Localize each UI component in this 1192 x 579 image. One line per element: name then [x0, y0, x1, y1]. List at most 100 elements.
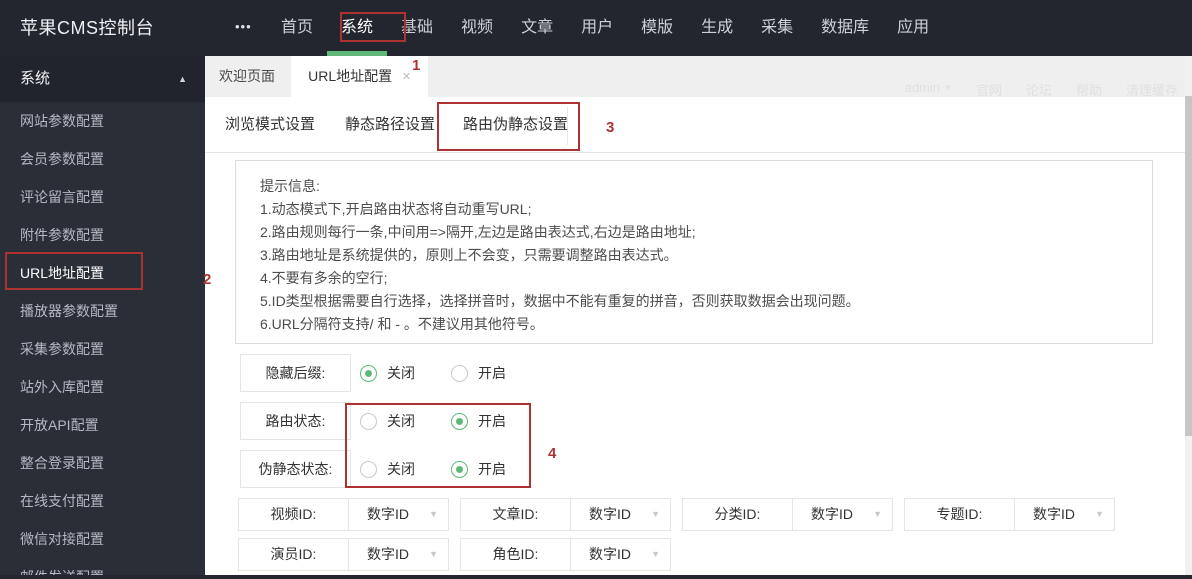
radio-label: 关闭 — [387, 365, 415, 381]
form-row: 伪静态状态: 关闭 开启 — [205, 450, 985, 488]
form-row: 隐藏后缀: 关闭 开启 — [205, 354, 985, 392]
radio-icon — [360, 364, 377, 382]
sidebar-item[interactable]: 开放API配置 — [0, 406, 205, 444]
id-type-select[interactable]: 数字ID ▼ — [793, 498, 893, 531]
tab-welcome[interactable]: 欢迎页面 — [205, 56, 289, 97]
subnav-tab[interactable]: 浏览模式设置 — [225, 97, 315, 152]
id-field-group: 视频ID: 数字ID ▼ — [238, 498, 449, 531]
id-field-label: 角色ID: — [460, 538, 571, 571]
id-field-group: 专题ID: 数字ID ▼ — [904, 498, 1115, 531]
sidebar-item[interactable]: 会员参数配置 — [0, 140, 205, 178]
id-field-label: 专题ID: — [904, 498, 1015, 531]
app-title: 苹果CMS控制台 — [20, 18, 154, 38]
topbar-nav-item[interactable]: 系统 — [327, 0, 388, 56]
close-icon[interactable]: × — [402, 68, 411, 85]
topbar-nav-item[interactable]: 首页 — [267, 0, 327, 56]
form-label: 隐藏后缀: — [240, 354, 351, 392]
id-type-select[interactable]: 数字ID ▼ — [349, 538, 449, 571]
topbar-nav: 首页 系统 基础 视频 文章 用户 模版 生成 采集 数据库 应用 — [267, 0, 943, 56]
id-field-label: 分类ID: — [682, 498, 793, 531]
chevron-down-icon: ▼ — [944, 83, 952, 92]
radio-option[interactable]: 开启 — [451, 402, 506, 440]
info-box-title: 提示信息: — [260, 178, 320, 194]
id-field-label: 文章ID: — [460, 498, 571, 531]
id-field-group: 演员ID: 数字ID ▼ — [238, 538, 449, 571]
radio-label: 开启 — [478, 461, 506, 477]
id-field-label: 演员ID: — [238, 538, 349, 571]
sidebar-item[interactable]: 整合登录配置 — [0, 444, 205, 482]
chevron-down-icon: ▼ — [429, 549, 438, 559]
id-type-select[interactable]: 数字ID ▼ — [1015, 498, 1115, 531]
bottom-strip — [0, 575, 1192, 579]
more-menu-icon[interactable]: ••• — [235, 0, 252, 54]
radio-label: 开启 — [478, 413, 506, 429]
sidebar: 系统 ▲ 网站参数配置 会员参数配置 评论留言配置 附件参数配置 URL地址配置 播放器参… — [0, 56, 205, 579]
radio-option[interactable]: 关闭 — [360, 450, 415, 488]
sidebar-item[interactable]: 评论留言配置 — [0, 178, 205, 216]
info-line: 3.路由地址是系统提供的，原则上不会变，只需要调整路由表达式。 — [260, 247, 678, 263]
topbar-nav-item[interactable]: 用户 — [567, 0, 627, 56]
topbar-nav-item[interactable]: 数据库 — [807, 0, 883, 56]
id-field-group: 文章ID: 数字ID ▼ — [460, 498, 671, 531]
tab-label: 欢迎页面 — [219, 68, 275, 84]
chevron-up-icon: ▲ — [178, 74, 187, 84]
radio-label: 关闭 — [387, 413, 415, 429]
chevron-down-icon: ▼ — [1095, 509, 1104, 519]
tab-label: URL地址配置 — [308, 68, 393, 84]
radio-option[interactable]: 关闭 — [360, 402, 415, 440]
topbar-nav-item[interactable]: 文章 — [507, 0, 567, 56]
radio-icon — [451, 364, 468, 382]
main-content: 欢迎页面 URL地址配置 × admin ▼ 官网 论坛 帮助 清理缓存 浏览模式设置 静态路… — [205, 56, 1192, 579]
chevron-down-icon: ▼ — [651, 509, 660, 519]
sidebar-item[interactable]: 播放器参数配置 — [0, 292, 205, 330]
info-line: 4.不要有多余的空行; — [260, 270, 388, 286]
subnav-tab[interactable]: 路由伪静态设置 — [463, 97, 568, 152]
sidebar-item[interactable]: 站外入库配置 — [0, 368, 205, 406]
chevron-down-icon: ▼ — [429, 509, 438, 519]
sidebar-group-header[interactable]: 系统 ▲ — [0, 56, 205, 102]
sidebar-item[interactable]: 附件参数配置 — [0, 216, 205, 254]
sidebar-item[interactable]: 微信对接配置 — [0, 520, 205, 558]
sidebar-item[interactable]: URL地址配置 — [0, 254, 205, 292]
info-box: 提示信息: 1.动态模式下,开启路由状态将自动重写URL; 2.路由规则每行一条,… — [235, 160, 1153, 344]
info-line: 6.URL分隔符支持/ 和 - 。不建议用其他符号。 — [260, 316, 544, 332]
scrollbar-thumb[interactable] — [1185, 96, 1192, 436]
topbar-nav-item[interactable]: 生成 — [687, 0, 747, 56]
tab-strip: 欢迎页面 URL地址配置 × admin ▼ 官网 论坛 帮助 清理缓存 — [205, 56, 1192, 98]
sidebar-item[interactable]: 网站参数配置 — [0, 102, 205, 140]
sidebar-menu: 网站参数配置 会员参数配置 评论留言配置 附件参数配置 URL地址配置 播放器参数配置 采集… — [0, 102, 205, 579]
topbar-nav-item[interactable]: 应用 — [883, 0, 943, 56]
radio-icon — [360, 412, 377, 430]
radio-option[interactable]: 开启 — [451, 450, 506, 488]
radio-option[interactable]: 开启 — [451, 354, 506, 392]
info-line: 5.ID类型根据需要自行选择，选择拼音时，数据中不能有重复的拼音，否则获取数据会… — [260, 293, 860, 309]
form-label: 伪静态状态: — [240, 450, 351, 488]
topbar-nav-item[interactable]: 视频 — [447, 0, 507, 56]
id-type-select[interactable]: 数字ID ▼ — [349, 498, 449, 531]
info-line: 1.动态模式下,开启路由状态将自动重写URL; — [260, 201, 532, 217]
radio-icon — [451, 412, 468, 430]
radio-option[interactable]: 关闭 — [360, 354, 415, 392]
scrollbar[interactable] — [1185, 56, 1192, 579]
sidebar-item[interactable]: 采集参数配置 — [0, 330, 205, 368]
topbar-nav-item[interactable]: 基础 — [387, 0, 447, 56]
topbar: 苹果CMS控制台 ••• 首页 系统 基础 视频 文章 用户 模版 生成 采集 数据库 应用 — [0, 0, 1192, 56]
form-label: 路由状态: — [240, 402, 351, 440]
id-field-label: 视频ID: — [238, 498, 349, 531]
subnav-tab[interactable]: 静态路径设置 — [345, 97, 435, 152]
id-type-select[interactable]: 数字ID ▼ — [571, 538, 671, 571]
tab-url-config[interactable]: URL地址配置 × — [291, 56, 428, 97]
form-row: 路由状态: 关闭 开启 — [205, 402, 985, 440]
radio-icon — [360, 460, 377, 478]
topbar-nav-item[interactable]: 采集 — [747, 0, 807, 56]
radio-label: 关闭 — [387, 461, 415, 477]
chevron-down-icon: ▼ — [873, 509, 882, 519]
id-field-group: 分类ID: 数字ID ▼ — [682, 498, 893, 531]
id-type-select[interactable]: 数字ID ▼ — [571, 498, 671, 531]
id-field-group: 角色ID: 数字ID ▼ — [460, 538, 671, 571]
chevron-down-icon: ▼ — [651, 549, 660, 559]
info-line: 2.路由规则每行一条,中间用=>隔开,左边是路由表达式,右边是路由地址; — [260, 224, 696, 240]
sidebar-item[interactable]: 在线支付配置 — [0, 482, 205, 520]
subnav: 浏览模式设置 静态路径设置 路由伪静态设置 — [205, 97, 1192, 153]
topbar-nav-item[interactable]: 模版 — [627, 0, 687, 56]
